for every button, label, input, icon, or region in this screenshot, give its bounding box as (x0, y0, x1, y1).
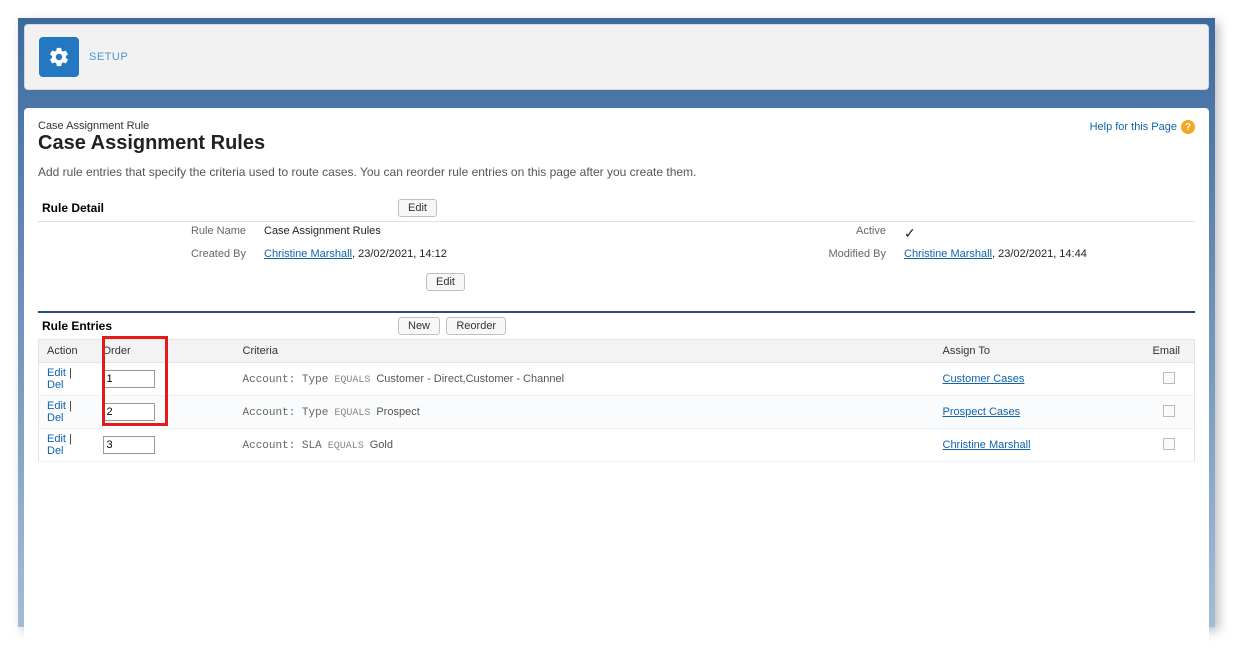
email-checkbox[interactable] (1163, 438, 1175, 450)
col-assign-to: Assign To (935, 340, 1145, 363)
edit-link[interactable]: Edit (47, 433, 66, 445)
edit-button-bottom[interactable]: Edit (426, 273, 465, 291)
rule-entries-title: Rule Entries (38, 313, 398, 339)
modified-by-datetime: , 23/02/2021, 14:44 (992, 248, 1087, 260)
created-by-user-link[interactable]: Christine Marshall (264, 248, 352, 260)
criteria-op: EQUALS (328, 408, 376, 419)
col-email: Email (1145, 340, 1195, 363)
assign-to-link[interactable]: Customer Cases (943, 373, 1025, 385)
order-input[interactable] (103, 436, 155, 454)
help-icon: ? (1181, 120, 1195, 134)
table-row: Edit | Del Account: Type EQUALS Customer… (39, 363, 1195, 396)
active-checkmark-icon: ✓ (904, 225, 916, 241)
edit-link[interactable]: Edit (47, 400, 66, 412)
rule-entries-table: Action Order Criteria Assign To Email Ed… (38, 339, 1195, 462)
criteria-value: Prospect (376, 406, 419, 418)
criteria-value: Customer - Direct,Customer - Channel (376, 373, 564, 385)
highlight-order-column (102, 336, 168, 426)
page-description: Add rule entries that specify the criter… (38, 165, 1195, 179)
new-button[interactable]: New (398, 317, 440, 335)
rule-detail-title: Rule Detail (38, 195, 398, 221)
modified-by-user-link[interactable]: Christine Marshall (904, 248, 992, 260)
criteria-prefix: Account: SLA (243, 440, 322, 452)
rule-name-value: Case Assignment Rules (258, 222, 798, 245)
active-label: Active (798, 222, 898, 245)
edit-link[interactable]: Edit (47, 367, 66, 379)
assign-to-link[interactable]: Prospect Cases (943, 406, 1021, 418)
criteria-value: Gold (370, 439, 393, 451)
setup-label: SETUP (89, 51, 128, 63)
created-by-label: Created By (38, 245, 258, 263)
rule-detail-table: Rule Name Case Assignment Rules Active ✓… (38, 222, 1195, 263)
delete-link[interactable]: Del (47, 445, 64, 457)
rule-entries-section: Rule Entries New Reorder Action Order Cr… (38, 311, 1195, 462)
criteria-op: EQUALS (328, 375, 376, 386)
criteria-prefix: Account: Type (243, 374, 329, 386)
rule-detail-header: Rule Detail Edit (38, 195, 1195, 222)
rule-entries-header: Rule Entries New Reorder (38, 313, 1195, 339)
modified-by-label: Modified By (798, 245, 898, 263)
table-row: Edit | Del Account: SLA EQUALS Gold Chri… (39, 429, 1195, 462)
reorder-button[interactable]: Reorder (446, 317, 506, 335)
created-by-datetime: , 23/02/2021, 14:12 (352, 248, 447, 260)
header-bar: SETUP (24, 24, 1209, 90)
col-criteria: Criteria (235, 340, 935, 363)
breadcrumb: Case Assignment Rule (38, 120, 1195, 132)
page-title: Case Assignment Rules (38, 132, 1195, 155)
delete-link[interactable]: Del (47, 379, 64, 391)
email-checkbox[interactable] (1163, 372, 1175, 384)
help-link-text: Help for this Page (1090, 121, 1177, 133)
edit-button[interactable]: Edit (398, 199, 437, 217)
setup-gear-icon (39, 37, 79, 77)
help-link[interactable]: Help for this Page ? (1090, 120, 1195, 134)
rule-name-label: Rule Name (38, 222, 258, 245)
assign-to-link[interactable]: Christine Marshall (943, 439, 1031, 451)
email-checkbox[interactable] (1163, 405, 1175, 417)
criteria-prefix: Account: Type (243, 407, 329, 419)
delete-link[interactable]: Del (47, 412, 64, 424)
table-row: Edit | Del Account: Type EQUALS Prospect… (39, 396, 1195, 429)
criteria-op: EQUALS (322, 441, 370, 452)
col-action: Action (39, 340, 95, 363)
content-panel: Help for this Page ? Case Assignment Rul… (24, 108, 1209, 662)
app-frame: SETUP Help for this Page ? Case Assignme… (18, 18, 1215, 627)
